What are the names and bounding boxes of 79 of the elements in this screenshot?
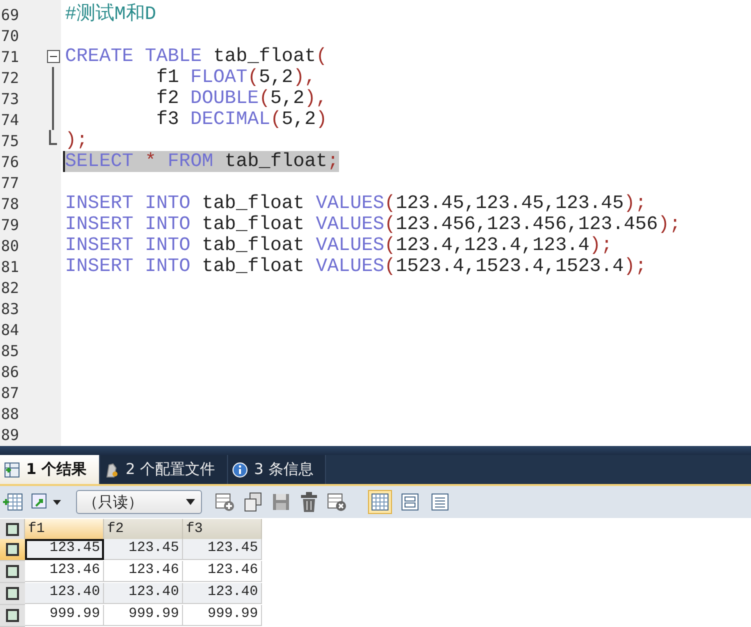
- add-record-button[interactable]: [214, 491, 236, 514]
- row-checkbox[interactable]: [6, 565, 19, 578]
- select-all-checkbox[interactable]: [6, 522, 18, 536]
- result-tab[interactable]: 3 条信息: [228, 455, 326, 484]
- line-number: 86: [0, 362, 20, 380]
- cancel-button[interactable]: [326, 491, 348, 514]
- line-number: 72: [0, 68, 20, 86]
- line-number: 80: [0, 236, 20, 254]
- line-number: 82: [0, 278, 20, 296]
- row-header[interactable]: [0, 539, 25, 561]
- table-cell: 999.99: [183, 605, 262, 626]
- row-checkbox[interactable]: [6, 587, 19, 600]
- line-number: 85: [0, 342, 20, 360]
- column-header[interactable]: f2: [104, 519, 183, 539]
- delete-button[interactable]: [298, 491, 320, 514]
- row-header[interactable]: [0, 605, 25, 627]
- table-cell: 123.45: [183, 539, 262, 560]
- result-tab[interactable]: 1 个结果: [0, 455, 100, 484]
- code-line: f1 FLOAT(5,2),: [155, 67, 316, 88]
- row-checkbox[interactable]: [6, 543, 19, 556]
- duplicate-button[interactable]: [242, 491, 264, 514]
- line-number: 70: [0, 26, 20, 44]
- mode-select[interactable]: （只读）: [76, 490, 202, 514]
- line-number: 77: [0, 174, 20, 192]
- info-icon: [232, 462, 248, 478]
- column-header[interactable]: f1: [25, 519, 104, 539]
- table-cell: 123.46: [25, 561, 104, 582]
- line-number: 83: [0, 300, 20, 318]
- column-header[interactable]: f3: [183, 519, 262, 539]
- profile-icon: [104, 462, 120, 478]
- line-number: 84: [0, 320, 20, 338]
- code-line: f3 DECIMAL(5,2): [155, 109, 328, 130]
- code-line: #测试M和D: [64, 4, 156, 25]
- code-line: INSERT INTO tab_float VALUES(123.4,123.4,123.4);: [64, 235, 612, 256]
- code-line: INSERT INTO tab_float VALUES(123.456,123.456,123.456);: [64, 214, 681, 235]
- line-number: 75: [0, 132, 20, 150]
- line-number: 87: [0, 384, 20, 402]
- row-header[interactable]: [0, 583, 25, 605]
- code-line: );: [64, 130, 88, 151]
- line-number: 76: [0, 152, 20, 170]
- export-caret-icon: [31, 493, 63, 512]
- table-cell: 123.45: [104, 539, 183, 560]
- table-cell: 999.99: [25, 605, 104, 626]
- line-number: 89: [0, 426, 20, 444]
- line-number: 81: [0, 258, 20, 276]
- code-line: INSERT INTO tab_float VALUES(1523.4,1523.4,1523.4);: [64, 256, 647, 277]
- table-cell: 123.46: [104, 561, 183, 582]
- code-line: CREATE TABLE tab_float(: [64, 46, 328, 67]
- line-number: 73: [0, 90, 20, 108]
- caret-icon: [186, 499, 195, 506]
- line-number: 74: [0, 110, 20, 128]
- table-cell: 123.40: [25, 583, 104, 604]
- table-cell: 999.99: [104, 605, 183, 626]
- code-line: INSERT INTO tab_float VALUES(123.45,123.45,123.45);: [64, 193, 647, 214]
- line-number: 69: [0, 6, 20, 24]
- line-number: 71: [0, 48, 20, 66]
- line-number: 88: [0, 404, 20, 422]
- table-icon: [4, 462, 20, 478]
- text-view-icon: [431, 493, 449, 512]
- trash-icon: [300, 492, 318, 512]
- table-cell: 123.40: [104, 583, 183, 604]
- code-line: f2 DOUBLE(5,2),: [155, 88, 328, 109]
- grid-view-icon: [371, 493, 389, 512]
- form-view-icon: [401, 493, 419, 512]
- line-number: 79: [0, 216, 20, 234]
- table-x-icon: [327, 492, 347, 512]
- line-number: 78: [0, 194, 20, 212]
- table-cell: 123.46: [183, 561, 262, 582]
- row-header[interactable]: [0, 561, 25, 583]
- table-cell: 123.45: [25, 539, 104, 560]
- copy-icon: [243, 492, 263, 512]
- table-cell: 123.40: [183, 583, 262, 604]
- collapse-toggle-icon[interactable]: [46, 50, 60, 63]
- table-add-icon: [3, 493, 23, 512]
- row-checkbox[interactable]: [6, 609, 19, 622]
- view-mode-button[interactable]: [368, 490, 392, 514]
- table-plus-icon: [215, 492, 235, 512]
- result-tab[interactable]: 2 个配置文件: [100, 455, 228, 484]
- insert-row-button[interactable]: [2, 491, 24, 514]
